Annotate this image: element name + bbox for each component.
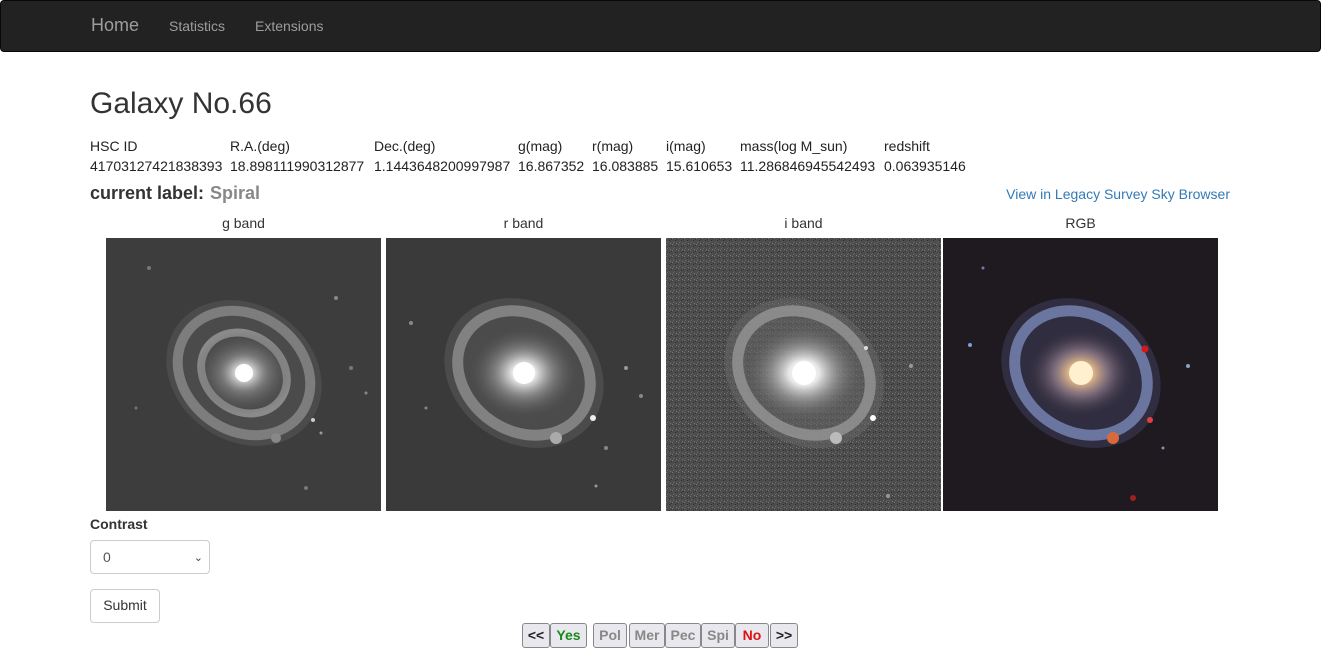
info-column-mass: mass(log M_sun) 11.286846945542493 (740, 136, 875, 176)
info-header: mass(log M_sun) (740, 138, 848, 154)
g-band-image (106, 238, 381, 511)
current-label: current label: Spiral (90, 182, 260, 204)
info-value: 41703127421838393 (90, 158, 223, 174)
info-column-redshift: redshift 0.063935146 (884, 136, 966, 176)
contrast-select[interactable]: 0 ⌄ (90, 540, 210, 574)
navbar: Home Statistics Extensions (0, 0, 1321, 52)
info-header: HSC ID (90, 138, 138, 154)
nav-home-link[interactable]: Home (91, 15, 139, 35)
contrast-selected-value: 0 (103, 549, 111, 565)
i-band-title: i band (784, 215, 823, 231)
info-column-dec: Dec.(deg) 1.1443648200997987 (374, 136, 510, 176)
mer-button[interactable]: Mer (629, 623, 665, 648)
rgb-image (943, 238, 1218, 511)
r-band-title: r band (503, 215, 544, 231)
rgb-title: RGB (1065, 215, 1096, 231)
r-band-image (386, 238, 661, 511)
info-value: 16.867352 (518, 158, 585, 174)
info-value: 11.286846945542493 (740, 158, 876, 174)
no-button[interactable]: No (735, 623, 769, 648)
pec-button[interactable]: Pec (665, 623, 701, 648)
next-button[interactable]: >> (770, 623, 798, 648)
yes-button[interactable]: Yes (550, 623, 587, 648)
spi-button[interactable]: Spi (701, 623, 735, 648)
chevron-down-icon: ⌄ (193, 552, 203, 564)
page-title: Galaxy No.66 (90, 87, 272, 120)
current-label-value: Spiral (210, 183, 261, 203)
pol-button[interactable]: Pol (593, 623, 627, 648)
info-header: R.A.(deg) (230, 138, 290, 154)
info-header: Dec.(deg) (374, 138, 436, 154)
legacy-survey-link[interactable]: View in Legacy Survey Sky Browser (1006, 185, 1230, 203)
current-label-caption: current label: (90, 183, 205, 203)
info-value: 15.610653 (666, 158, 733, 174)
info-header: r(mag) (592, 138, 634, 154)
info-column-r-mag: r(mag) 16.083885 (592, 136, 658, 176)
nav-statistics-link[interactable]: Statistics (169, 17, 225, 35)
previous-button[interactable]: << (522, 623, 550, 648)
info-value: 18.898111990312877 (230, 158, 365, 174)
g-band-title: g band (222, 215, 265, 231)
info-header: redshift (884, 138, 930, 154)
nav-extensions-link[interactable]: Extensions (255, 17, 323, 35)
i-band-image (666, 238, 941, 511)
info-column-ra: R.A.(deg) 18.898111990312877 (230, 136, 364, 176)
info-header: i(mag) (666, 138, 706, 154)
info-value: 1.1443648200997987 (374, 158, 511, 174)
info-value: 16.083885 (592, 158, 659, 174)
info-header: g(mag) (518, 138, 563, 154)
contrast-label: Contrast (90, 516, 148, 532)
submit-button[interactable]: Submit (90, 589, 160, 623)
info-value: 0.063935146 (884, 158, 966, 174)
info-column-g-mag: g(mag) 16.867352 (518, 136, 584, 176)
info-column-hsc-id: HSC ID 41703127421838393 (90, 136, 222, 176)
info-column-i-mag: i(mag) 15.610653 (666, 136, 732, 176)
